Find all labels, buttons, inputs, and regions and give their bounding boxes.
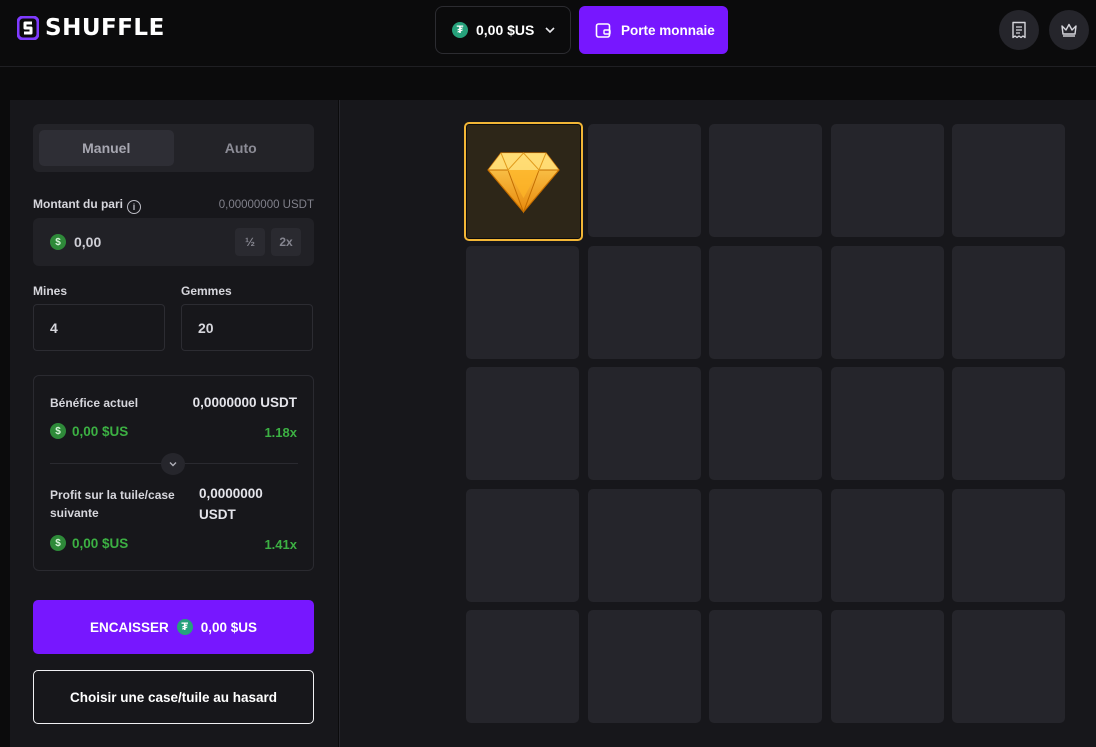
next-profit-usd: $ 0,00 $US <box>50 535 128 551</box>
mines-label: Mines <box>33 284 68 298</box>
mine-tile[interactable] <box>466 488 579 602</box>
mine-tile[interactable] <box>466 245 579 359</box>
next-profit-usdt: 0,0000000 USDT <box>199 483 263 525</box>
bet-amount-value: 0,00 <box>74 234 102 250</box>
half-bet-button[interactable]: ½ <box>235 228 265 256</box>
mine-tile[interactable] <box>587 124 701 237</box>
tether-icon: ₮ <box>452 22 468 38</box>
chevron-down-icon <box>545 27 555 34</box>
crown-icon <box>1061 23 1077 37</box>
mine-tile[interactable] <box>466 367 579 480</box>
expand-toggle[interactable] <box>161 453 185 475</box>
top-header: SHUFFLE ₮ 0,00 $US Porte monnaie <box>0 0 1096 67</box>
balance-value: 0,00 $US <box>476 22 535 38</box>
mine-tile[interactable] <box>709 245 822 359</box>
bet-amount-label: Montant du pari i <box>33 197 141 214</box>
mine-tile[interactable] <box>587 488 701 602</box>
current-profit-usd: $ 0,00 $US <box>50 423 128 439</box>
mines-board <box>339 100 1096 747</box>
mine-tile[interactable] <box>952 245 1065 359</box>
mine-tile[interactable] <box>952 610 1065 723</box>
mine-tile[interactable] <box>466 610 579 723</box>
next-profit-label: Profit sur la tuile/case suivante <box>50 486 175 522</box>
next-profit-label-line1: Profit sur la tuile/case <box>50 488 175 502</box>
tab-auto[interactable]: Auto <box>174 130 309 166</box>
mine-tile[interactable] <box>709 124 822 237</box>
chevron-down-icon <box>169 462 177 467</box>
tab-manual[interactable]: Manuel <box>39 130 174 166</box>
mine-tile[interactable] <box>830 488 944 602</box>
bet-history-button[interactable] <box>999 10 1039 50</box>
mine-tile[interactable] <box>830 124 944 237</box>
mines-input[interactable]: 4 <box>33 304 165 351</box>
mine-tile-gem[interactable] <box>464 122 583 241</box>
wallet-label: Porte monnaie <box>621 22 715 38</box>
wallet-icon <box>595 22 611 38</box>
mine-tile[interactable] <box>830 610 944 723</box>
balance-selector[interactable]: ₮ 0,00 $US <box>435 6 571 54</box>
next-profit-usdt-line1: 0,0000000 <box>199 486 263 501</box>
bet-amount-label-text: Montant du pari <box>33 197 123 211</box>
current-multiplier: 1.18x <box>264 425 297 440</box>
dollar-icon: $ <box>50 535 66 551</box>
current-profit-usdt: 0,0000000 USDT <box>192 395 297 410</box>
gems-input[interactable]: 20 <box>181 304 313 351</box>
logo[interactable]: SHUFFLE <box>17 15 165 41</box>
bet-usdt-value: 0,00000000 USDT <box>218 199 314 211</box>
dollar-icon: $ <box>50 423 66 439</box>
current-profit-label: Bénéfice actuel <box>50 396 139 410</box>
wallet-button[interactable]: Porte monnaie <box>579 6 728 54</box>
info-icon[interactable]: i <box>127 200 141 214</box>
vip-button[interactable] <box>1049 10 1089 50</box>
dollar-icon: $ <box>50 234 66 250</box>
cashout-amount: 0,00 $US <box>200 619 258 635</box>
mine-tile[interactable] <box>709 367 822 480</box>
mode-tabs: Manuel Auto <box>33 124 314 172</box>
mine-tile[interactable] <box>952 488 1065 602</box>
bet-amount-input[interactable]: $ 0,00 ½ 2x <box>33 218 314 266</box>
receipt-icon <box>1012 21 1026 39</box>
mine-tile[interactable] <box>952 367 1065 480</box>
mine-tile[interactable] <box>709 610 822 723</box>
cashout-label: ENCAISSER <box>89 619 169 635</box>
gems-label: Gemmes <box>181 284 232 298</box>
mine-tile[interactable] <box>952 124 1065 237</box>
cashout-button[interactable]: ENCAISSER ₮ 0,00 $US <box>33 600 314 654</box>
mine-tile[interactable] <box>830 367 944 480</box>
mine-tile[interactable] <box>587 610 701 723</box>
control-panel: Manuel Auto Montant du pari i 0,00000000 … <box>10 100 338 747</box>
mine-tile[interactable] <box>587 245 701 359</box>
next-multiplier: 1.41x <box>264 537 297 552</box>
logo-text: SHUFFLE <box>45 15 165 41</box>
mine-tile[interactable] <box>830 245 944 359</box>
gem-icon <box>487 152 560 214</box>
next-profit-usdt-line2: USDT <box>199 507 236 522</box>
tether-icon: ₮ <box>176 619 193 635</box>
profit-box: Bénéfice actuel 0,0000000 USDT $ 0,00 $U… <box>33 375 314 571</box>
logo-icon <box>17 16 39 40</box>
next-profit-usd-text: 0,00 $US <box>72 535 129 551</box>
double-bet-button[interactable]: 2x <box>271 228 301 256</box>
mine-tile[interactable] <box>587 367 701 480</box>
next-profit-label-line2: suivante <box>50 506 99 520</box>
current-profit-usd-text: 0,00 $US <box>72 423 129 439</box>
random-tile-button[interactable]: Choisir une case/tuile au hasard <box>33 670 314 724</box>
mine-tile[interactable] <box>709 488 822 602</box>
